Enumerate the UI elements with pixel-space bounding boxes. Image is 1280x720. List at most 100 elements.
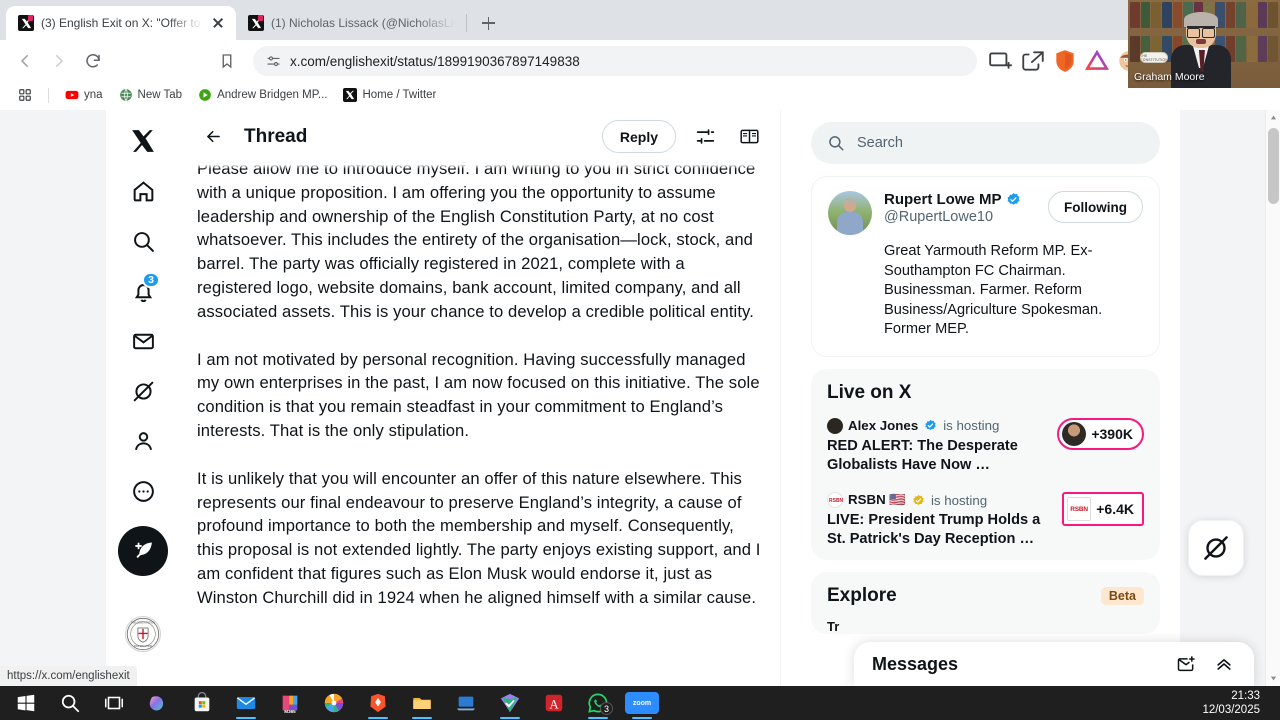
- search-button[interactable]: [50, 686, 90, 720]
- book-icon: [739, 129, 759, 144]
- messages-dock[interactable]: Messages: [854, 642, 1254, 686]
- back-button[interactable]: [10, 46, 40, 76]
- x-logo-icon: [132, 130, 154, 152]
- svg-text:FOR SOLUTION: FOR SOLUTION: [134, 645, 153, 648]
- clock-time: 21:33: [1231, 690, 1260, 702]
- bookmark-divider: [48, 87, 49, 103]
- new-tab-button[interactable]: [474, 9, 502, 37]
- chevron-up-icon[interactable]: [1210, 650, 1238, 678]
- page-scrollbar[interactable]: [1265, 110, 1280, 686]
- tab-divider: [466, 14, 467, 32]
- scroll-up-arrow[interactable]: [1266, 110, 1280, 125]
- share-icon[interactable]: [1020, 48, 1046, 74]
- zoom-icon[interactable]: zoom: [622, 686, 662, 720]
- forward-button[interactable]: [44, 46, 74, 76]
- microsoft-store-icon[interactable]: [182, 686, 222, 720]
- live-listener-count: +6.4K: [1096, 501, 1134, 518]
- bookmark-label: New Tab: [137, 89, 183, 101]
- sidebar-item-more[interactable]: [120, 468, 166, 514]
- reload-button[interactable]: [78, 46, 108, 76]
- photos-icon[interactable]: [314, 686, 354, 720]
- sidebar-item-grok[interactable]: [120, 368, 166, 414]
- tweet-text: Please allow me to introduce myself. I a…: [180, 157, 780, 610]
- microsoft-todo-icon[interactable]: [490, 686, 530, 720]
- explore-title-row: Explore Beta: [811, 572, 1160, 615]
- profile-bio: Great Yarmouth Reform MP. Ex-Southampton…: [884, 243, 1103, 338]
- grok-floating-button[interactable]: [1188, 520, 1244, 576]
- bookmark-icon[interactable]: [212, 46, 242, 76]
- bookmark-home-twitter[interactable]: Home / Twitter: [337, 86, 442, 104]
- live-item[interactable]: Alex Jones is hosting RED ALERT: The Des…: [811, 412, 1160, 486]
- sidebar-item-messages[interactable]: [120, 318, 166, 364]
- apps-grid-button[interactable]: [12, 86, 38, 104]
- adobe-acrobat-icon[interactable]: A: [534, 686, 574, 720]
- bookmark-yna[interactable]: yna: [59, 86, 109, 104]
- avatar[interactable]: [828, 191, 872, 235]
- globe-icon: [119, 88, 133, 102]
- compose-post-button[interactable]: [118, 526, 168, 576]
- task-view-icon: [103, 692, 125, 714]
- brave-browser-icon[interactable]: [358, 686, 398, 720]
- sidebar-item-x-logo[interactable]: [120, 118, 166, 164]
- svg-text:M365: M365: [284, 709, 296, 714]
- sidebar-item-profile[interactable]: [120, 418, 166, 464]
- whatsapp-icon[interactable]: 3: [578, 686, 618, 720]
- following-button[interactable]: Following: [1048, 191, 1143, 223]
- search-icon: [133, 231, 154, 252]
- envelope-icon: [132, 333, 154, 349]
- scrollbar-thumb[interactable]: [1268, 128, 1279, 204]
- beta-badge: Beta: [1100, 587, 1144, 606]
- browser-tab-active[interactable]: (3) English Exit on X: "Offer to (: [6, 6, 236, 40]
- browser-tab-inactive[interactable]: (1) Nicholas Lissack (@NicholasLiss: [236, 6, 467, 40]
- bookmark-new-tab[interactable]: New Tab: [113, 86, 189, 104]
- back-arrow-icon: [206, 130, 220, 143]
- new-message-icon[interactable]: [1172, 650, 1200, 678]
- close-tab-icon[interactable]: [210, 15, 226, 31]
- x-favicon: [248, 15, 264, 31]
- live-listener-count: +390K: [1091, 425, 1133, 442]
- back-button[interactable]: [196, 120, 230, 154]
- sliders-icon[interactable]: [690, 122, 720, 152]
- envelope-icon: [235, 692, 257, 714]
- live-listener-pill[interactable]: +390K: [1057, 417, 1144, 450]
- sidebar-item-explore[interactable]: [120, 218, 166, 264]
- task-view-button[interactable]: [94, 686, 134, 720]
- address-bar[interactable]: x.com/englishexit/status/189919036789714…: [253, 46, 977, 76]
- account-avatar[interactable]: THE CONSTITUTION FOR SOLUTION: [125, 616, 161, 652]
- video-speaker-name: Graham Moore: [1134, 71, 1205, 83]
- brave-rewards-icon[interactable]: [1084, 48, 1110, 74]
- copilot-icon[interactable]: [138, 686, 178, 720]
- checkmark-icon: [499, 692, 521, 714]
- remote-desktop-icon[interactable]: [446, 686, 486, 720]
- left-navigation: 3 THE CONSTITUTION FOR SOLUTION: [106, 110, 180, 686]
- browser-window: (3) English Exit on X: "Offer to ( (1) N…: [0, 0, 1280, 720]
- live-item[interactable]: RSBN RSBN 🇺🇸 is hosting LIVE: President …: [811, 486, 1160, 560]
- status-bar-link: https://x.com/englishexit: [0, 666, 137, 686]
- live-listener-pill[interactable]: RSBN +6.4K: [1062, 492, 1144, 527]
- x-web-app: 3 THE CONSTITUTION FOR SOLUTION Thread R…: [0, 110, 1280, 686]
- more-icon: [132, 480, 154, 502]
- scroll-down-arrow[interactable]: [1266, 671, 1280, 686]
- x-icon: [343, 88, 358, 102]
- live-host-row: Alex Jones is hosting: [827, 417, 1047, 434]
- sidebar-item-notifications[interactable]: 3: [120, 268, 166, 314]
- brave-shields-icon[interactable]: [1052, 48, 1078, 74]
- taskbar-clock[interactable]: 21:33 12/03/2025: [1202, 689, 1274, 717]
- split-view-icon[interactable]: [988, 48, 1014, 74]
- profile-handle: @RupertLowe10: [884, 209, 994, 225]
- url-text: x.com/englishexit/status/189919036789714…: [290, 53, 580, 69]
- file-explorer-icon[interactable]: [402, 686, 442, 720]
- sidebar-item-home[interactable]: [120, 168, 166, 214]
- start-button[interactable]: [6, 686, 46, 720]
- odysee-icon: [198, 88, 212, 102]
- live-hosting-text: is hosting: [943, 418, 1000, 434]
- search-input[interactable]: Search: [811, 122, 1160, 164]
- profile-hover-card: Rupert Lowe MP @RupertLowe10 Following G…: [811, 176, 1160, 357]
- page-left-gutter: [0, 110, 106, 686]
- picture-in-picture-video[interactable]: THE CONSTITUTION Graham Moore: [1128, 0, 1280, 88]
- microsoft-365-icon[interactable]: M365: [270, 686, 310, 720]
- reader-mode-icon[interactable]: [734, 122, 764, 152]
- mail-icon[interactable]: [226, 686, 266, 720]
- bookmark-andrew-bridgen[interactable]: Andrew Bridgen MP...: [192, 86, 333, 104]
- reply-button[interactable]: Reply: [601, 120, 676, 153]
